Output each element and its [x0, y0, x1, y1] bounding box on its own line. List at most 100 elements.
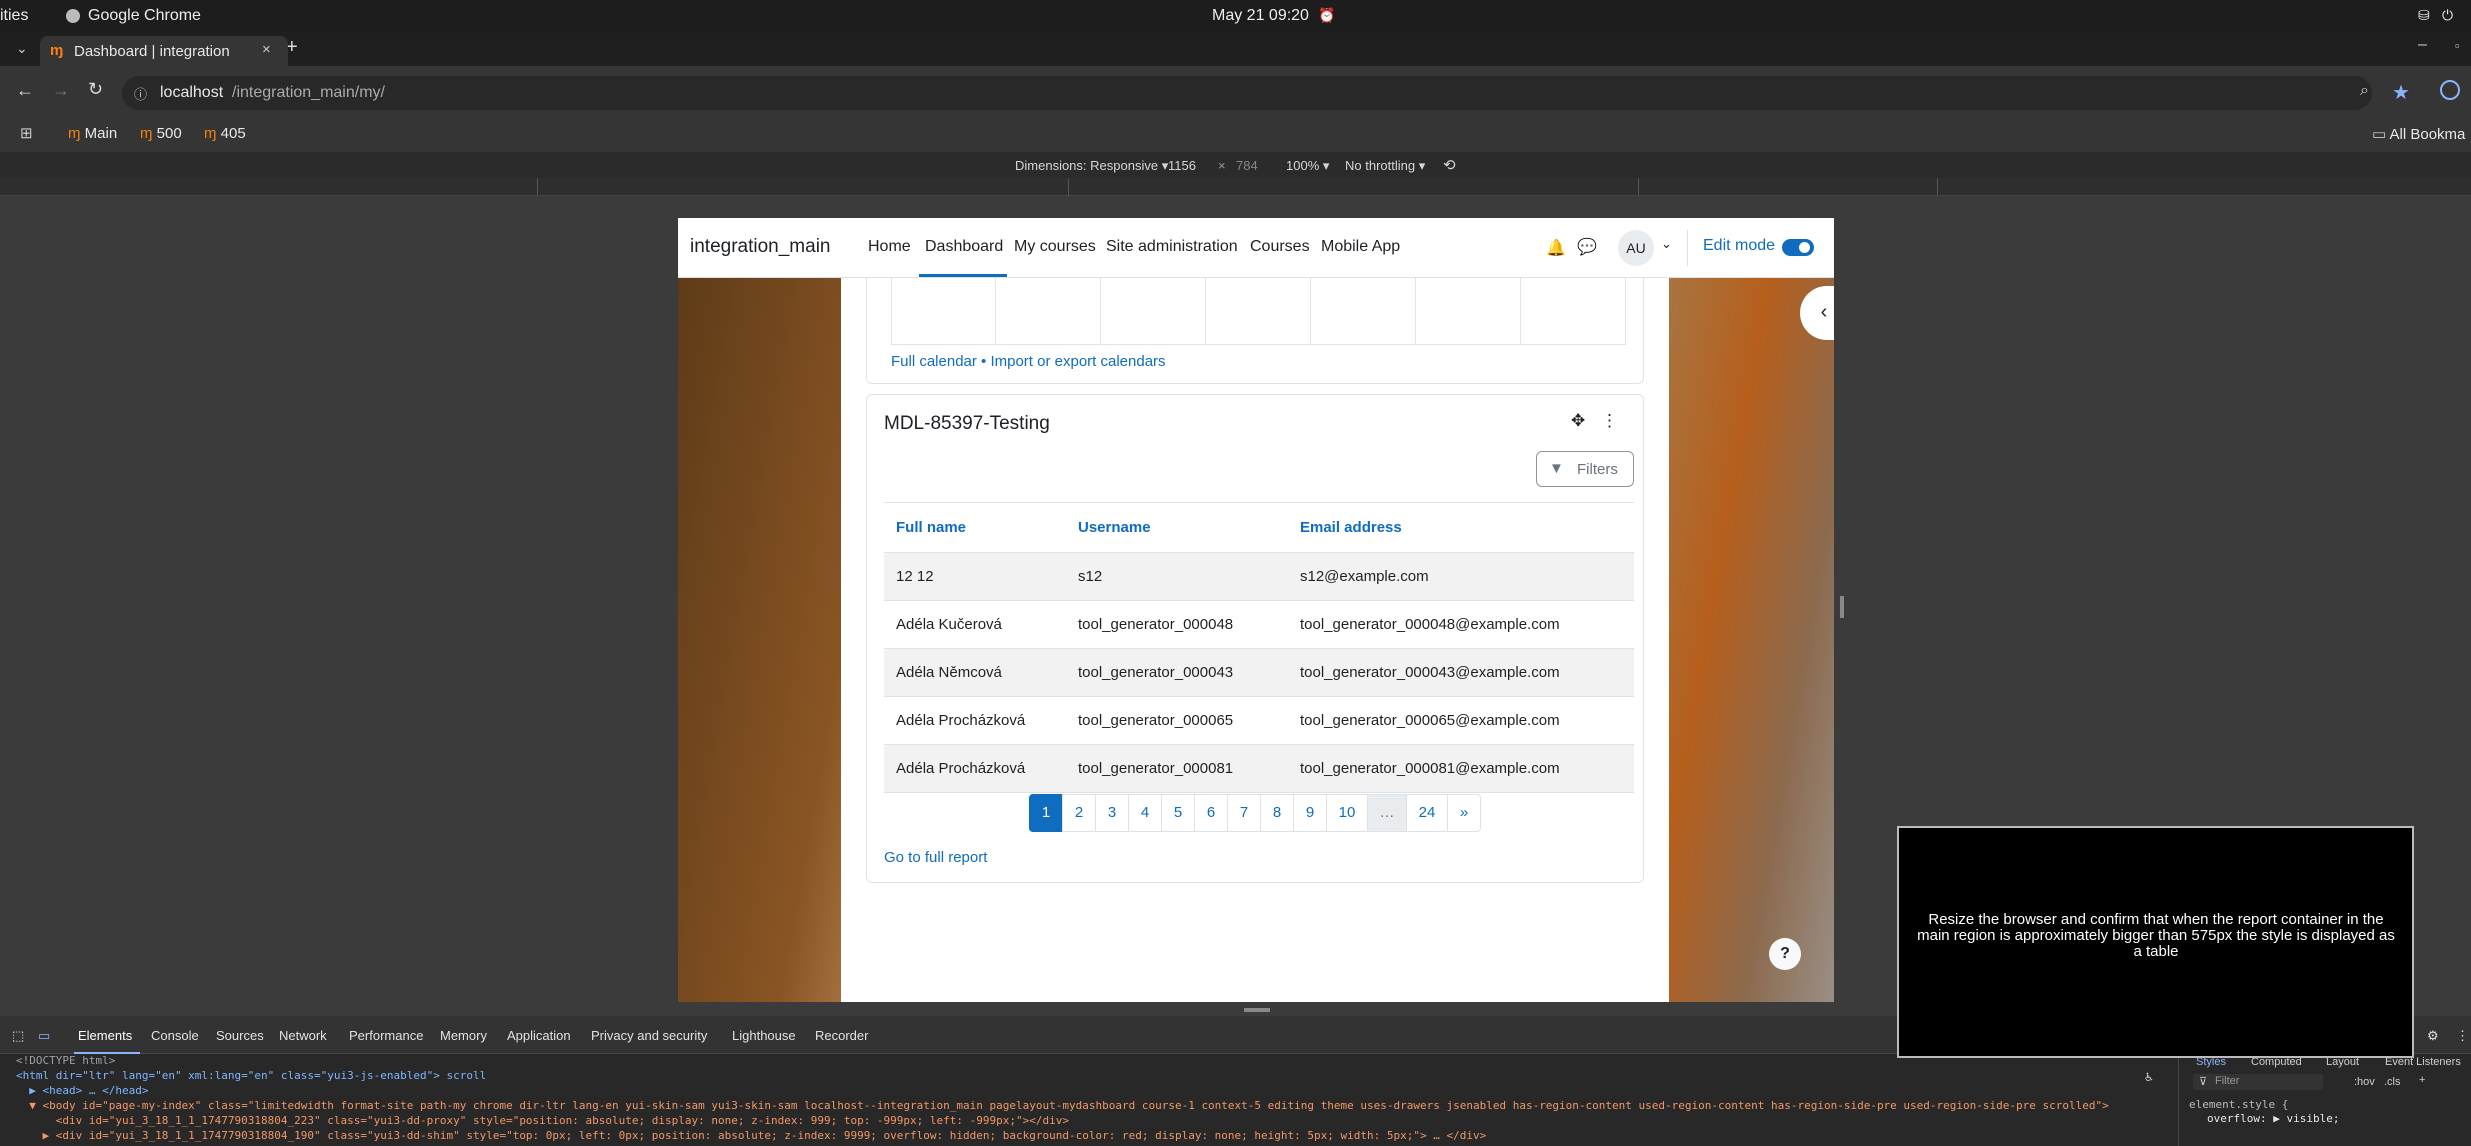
inspect-element-icon[interactable]: ⬚: [12, 1028, 24, 1044]
help-icon[interactable]: ?: [1769, 938, 1801, 970]
site-info-icon[interactable]: ⓘ: [134, 84, 147, 103]
page-2[interactable]: 2: [1062, 794, 1096, 832]
apps-grid-icon[interactable]: ⊞: [20, 124, 33, 142]
accessibility-icon[interactable]: ♿: [2145, 1070, 2153, 1085]
browser-tab[interactable]: ɱ Dashboard | integration ×: [40, 36, 288, 66]
zoom-select[interactable]: 100% ▾: [1286, 158, 1329, 174]
rotate-icon[interactable]: ⟲: [1443, 156, 1456, 174]
move-icon[interactable]: ✥: [1571, 411, 1585, 431]
clock[interactable]: May 21 09:20: [1212, 7, 1309, 25]
tab-application[interactable]: Application: [507, 1028, 571, 1043]
messages-icon[interactable]: 💬: [1577, 237, 1597, 257]
tab-sources[interactable]: Sources: [216, 1028, 264, 1043]
filters-button[interactable]: ▼ Filters: [1536, 451, 1634, 487]
site-brand[interactable]: integration_main: [690, 236, 830, 258]
nav-my-courses[interactable]: My courses: [1014, 238, 1096, 256]
nav-home[interactable]: Home: [868, 238, 911, 256]
page-next[interactable]: »: [1447, 794, 1481, 832]
nav-dashboard[interactable]: Dashboard: [925, 238, 1003, 256]
cls-button[interactable]: .cls: [2384, 1076, 2401, 1088]
nav-mobile-app[interactable]: Mobile App: [1321, 238, 1400, 256]
tab-console[interactable]: Console: [151, 1028, 199, 1043]
minimize-icon[interactable]: –: [2418, 36, 2427, 54]
maximize-icon[interactable]: ▫: [2455, 38, 2460, 53]
user-menu-chevron-down-icon[interactable]: ⌄: [1661, 236, 1672, 252]
page-7[interactable]: 7: [1227, 794, 1261, 832]
bookmark-500[interactable]: ɱ 500: [140, 125, 182, 142]
notifications-bell-icon[interactable]: 🔔: [1546, 238, 1566, 258]
element-style-selector[interactable]: element.style {: [2189, 1098, 2288, 1111]
column-header-email[interactable]: Email address: [1288, 502, 1634, 553]
calendar-footer-link[interactable]: Full calendar • Import or export calenda…: [891, 353, 1166, 370]
emulated-page: Full calendar • Import or export calenda…: [678, 218, 1834, 1002]
overflow-declaration[interactable]: overflow: ▶ visible;: [2207, 1112, 2339, 1125]
full-report-link[interactable]: Go to full report: [884, 849, 987, 866]
page-10[interactable]: 10: [1326, 794, 1368, 832]
code-line[interactable]: <html dir="ltr" lang="en" xml:lang="en" …: [16, 1069, 486, 1082]
tab-elements[interactable]: Elements: [78, 1028, 132, 1043]
page-6[interactable]: 6: [1194, 794, 1228, 832]
cell-username: tool_generator_000043: [1066, 648, 1288, 697]
devtools-menu-icon[interactable]: ⋮: [2456, 1028, 2469, 1044]
moodle-favicon-icon: ɱ: [50, 42, 64, 59]
devtools-settings-gear-icon[interactable]: ⚙: [2427, 1028, 2439, 1044]
tab-memory[interactable]: Memory: [440, 1028, 487, 1043]
code-line[interactable]: <!DOCTYPE html>: [16, 1054, 115, 1067]
dimensions-select[interactable]: Dimensions: Responsive ▾: [1015, 158, 1168, 174]
styles-filter-input[interactable]: ⊽ Filter: [2193, 1074, 2323, 1090]
back-icon[interactable]: ←: [16, 80, 34, 101]
bookmark-main[interactable]: ɱ Main: [68, 125, 117, 142]
tab-lighthouse[interactable]: Lighthouse: [732, 1028, 796, 1043]
device-toolbar-icon[interactable]: ▭: [38, 1028, 50, 1044]
cell-full-name: Adéla Procházková: [884, 744, 1066, 793]
bookmark-405[interactable]: ɱ 405: [204, 125, 246, 142]
block-menu-icon[interactable]: ⋮: [1601, 411, 1618, 431]
nav-site-administration[interactable]: Site administration: [1106, 238, 1238, 256]
page-9[interactable]: 9: [1293, 794, 1327, 832]
tab-recorder[interactable]: Recorder: [815, 1028, 868, 1043]
network-icon[interactable]: ⛁: [2418, 7, 2430, 24]
all-bookmarks[interactable]: ▭ All Bookma: [2372, 125, 2465, 143]
width-input[interactable]: 1156: [1168, 158, 1196, 173]
code-line[interactable]: ▶ <div id="yui_3_18_1_1_1747790318804_19…: [16, 1129, 2166, 1142]
edit-mode-toggle[interactable]: [1782, 239, 1814, 256]
resize-handle-bottom[interactable]: [1244, 1008, 1270, 1012]
times-icon: ×: [1218, 158, 1226, 173]
app-name[interactable]: Google Chrome: [88, 7, 201, 25]
page-4[interactable]: 4: [1128, 794, 1162, 832]
page-3[interactable]: 3: [1095, 794, 1129, 832]
column-header-full-name[interactable]: Full name: [884, 502, 1066, 553]
forward-icon[interactable]: →: [52, 80, 70, 101]
hov-button[interactable]: :hov: [2354, 1076, 2375, 1088]
page-5[interactable]: 5: [1161, 794, 1195, 832]
height-input[interactable]: 784: [1236, 158, 1258, 173]
code-line[interactable]: <div id="yui_3_18_1_1_1747790318804_223"…: [16, 1114, 2166, 1127]
resize-handle-right[interactable]: [1840, 596, 1844, 618]
bookmark-star-icon[interactable]: ★: [2392, 80, 2410, 105]
reload-icon[interactable]: ↻: [88, 79, 103, 100]
page-24[interactable]: 24: [1406, 794, 1448, 832]
tab-privacy-security[interactable]: Privacy and security: [591, 1028, 707, 1043]
activities-button[interactable]: ities: [0, 7, 28, 25]
column-header-username[interactable]: Username: [1066, 502, 1288, 553]
zoom-icon[interactable]: ⌕: [2360, 82, 2369, 100]
tab-search-chevron-icon[interactable]: ⌄: [16, 40, 28, 57]
avatar[interactable]: AU: [1618, 230, 1654, 266]
code-line[interactable]: ▼ <body id="page-my-index" class="limite…: [16, 1099, 2166, 1112]
tab-network[interactable]: Network: [279, 1028, 327, 1043]
page-8[interactable]: 8: [1260, 794, 1294, 832]
code-line[interactable]: ▶ <head> … </head>: [16, 1084, 148, 1097]
bookmark-main-label: Main: [84, 125, 118, 142]
nav-courses[interactable]: Courses: [1250, 238, 1310, 256]
address-bar[interactable]: ⓘ localhost /integration_main/my/ ⌕: [122, 76, 2372, 110]
new-style-rule-icon[interactable]: +: [2419, 1074, 2425, 1086]
filters-label: Filters: [1577, 461, 1618, 478]
throttling-select[interactable]: No throttling ▾: [1345, 158, 1425, 174]
power-icon[interactable]: ⏻: [2442, 7, 2453, 24]
page-1[interactable]: 1: [1029, 794, 1063, 832]
tab-performance[interactable]: Performance: [349, 1028, 423, 1043]
cell-username: tool_generator_000081: [1066, 744, 1288, 793]
cell-email: tool_generator_000065@example.com: [1288, 696, 1634, 745]
close-tab-icon[interactable]: ×: [262, 41, 271, 58]
profile-icon[interactable]: [2440, 80, 2460, 100]
